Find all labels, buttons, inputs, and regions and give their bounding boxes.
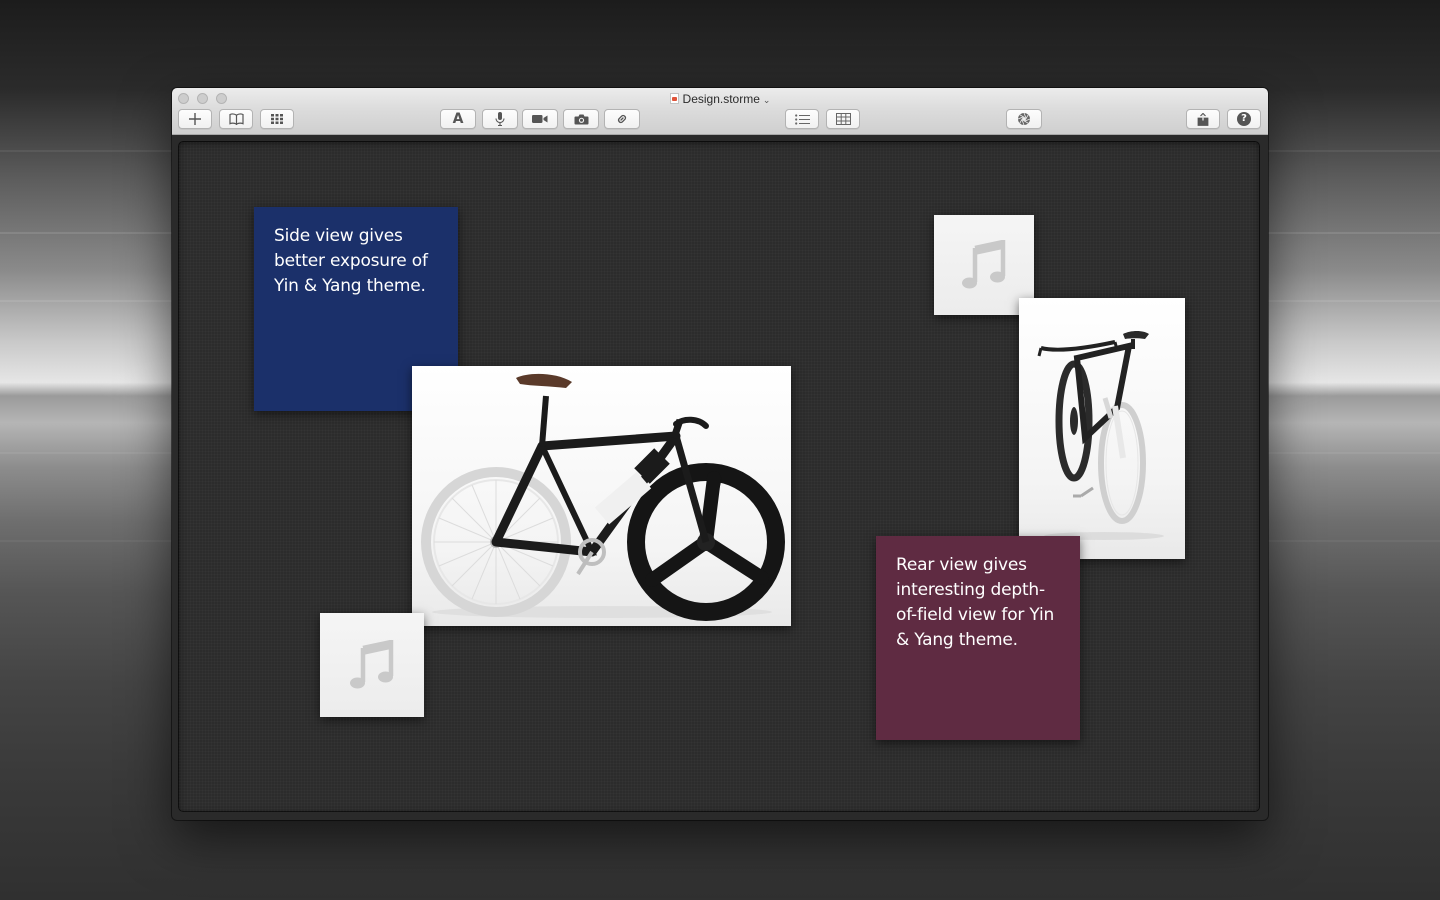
plus-icon [189,113,201,125]
note-rear-view[interactable]: Rear view gives interesting depth-of-fie… [876,536,1080,740]
grid-icon [271,114,283,124]
title-bar: Design.storme ⌄ A ? [172,88,1268,135]
photo-bike-rear[interactable] [1019,298,1185,559]
table-view-button[interactable] [826,109,860,129]
text-icon: A [452,111,464,127]
music-note-icon [962,240,1006,289]
theme-button[interactable] [1006,109,1042,129]
document-icon [669,93,679,104]
take-photo-button[interactable] [563,109,599,129]
aperture-icon [1017,112,1031,126]
record-video-button[interactable] [522,109,558,129]
camera-icon [574,114,588,124]
add-text-button[interactable]: A [440,109,476,129]
add-button[interactable] [178,109,212,129]
photo-bike-side[interactable] [412,366,791,626]
list-view-button[interactable] [785,109,819,129]
bicycle-rear-image [1037,331,1164,540]
board-canvas[interactable]: Side view gives better exposure of Yin &… [178,141,1260,812]
help-icon-glyph: ? [1241,113,1247,124]
app-window: Design.storme ⌄ A ? Side view gives bett… [172,88,1268,820]
list-icon [794,113,810,125]
share-icon [1197,112,1209,126]
add-link-button[interactable] [604,109,640,129]
table-icon [835,113,851,125]
audio-card-bottom[interactable] [320,613,424,717]
video-camera-icon [532,115,548,123]
record-audio-button[interactable] [482,109,518,129]
library-button[interactable] [219,109,253,129]
grid-view-button[interactable] [260,109,294,129]
chevron-down-icon: ⌄ [762,95,771,105]
link-icon [617,114,627,124]
book-icon [228,113,244,125]
help-icon: ? [1237,112,1251,126]
document-title[interactable]: Design.storme ⌄ [172,91,1268,108]
microphone-icon [495,112,505,126]
bicycle-side-image [421,373,785,621]
note-rear-view-text: Rear view gives interesting depth-of-fie… [896,555,1055,650]
document-title-text: Design.storme [682,92,760,106]
help-button[interactable]: ? [1227,109,1261,129]
note-side-view-text: Side view gives better exposure of Yin &… [274,226,428,296]
music-note-icon [350,640,394,689]
share-button[interactable] [1186,109,1220,129]
